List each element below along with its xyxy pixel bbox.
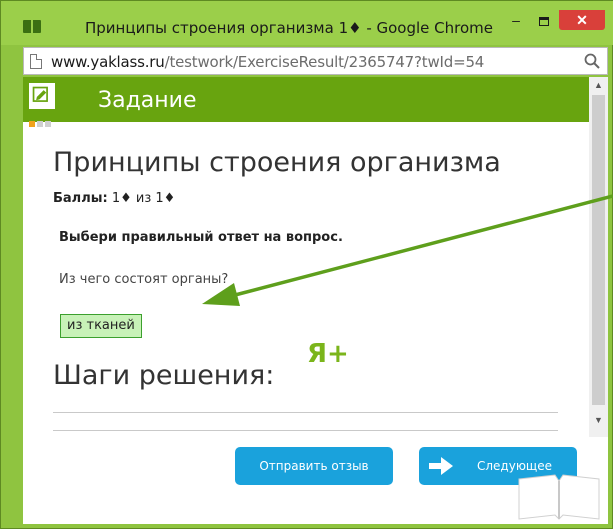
site-header: Задание bbox=[23, 77, 589, 127]
open-book-icon bbox=[518, 474, 600, 520]
answer-option[interactable]: из тканей bbox=[60, 314, 142, 338]
scroll-thumb[interactable] bbox=[592, 95, 605, 405]
score-label: Баллы: bbox=[53, 191, 108, 206]
maximize-icon bbox=[539, 16, 549, 26]
book-app-icon bbox=[23, 20, 41, 33]
title-bar: Принципы строения организма 1♦ - Google … bbox=[1, 1, 613, 45]
score-value: 1♦ из 1♦ bbox=[111, 191, 176, 206]
instruction-text: Выбери правильный ответ на вопрос. bbox=[59, 230, 343, 245]
address-bar[interactable]: www.yaklass.ru/testwork/ExerciseResult/2… bbox=[23, 47, 608, 75]
yaklass-logo-icon[interactable] bbox=[29, 83, 55, 109]
logo-dots bbox=[29, 114, 53, 127]
minimize-button[interactable]: – bbox=[503, 10, 529, 30]
close-button[interactable]: ✕ bbox=[559, 10, 605, 30]
page-content: Задание ▲ ▼ Принципы строения организма … bbox=[23, 77, 608, 524]
steps-title: Шаги решения: bbox=[53, 360, 275, 391]
ya-plus-badge: Я+ bbox=[307, 339, 349, 369]
score: Баллы: 1♦ из 1♦ bbox=[53, 191, 175, 206]
url-host: www.yaklass.ru bbox=[51, 53, 165, 71]
url-path: /testwork/ExerciseResult/2365747?twId=54 bbox=[164, 53, 485, 71]
browser-window: Принципы строения организма 1♦ - Google … bbox=[0, 0, 613, 529]
url-text[interactable]: www.yaklass.ru/testwork/ExerciseResult/2… bbox=[51, 53, 484, 71]
send-feedback-button[interactable]: Отправить отзыв bbox=[235, 447, 393, 485]
maximize-button[interactable] bbox=[531, 10, 557, 30]
header-title: Задание bbox=[98, 88, 197, 113]
scroll-up-icon[interactable]: ▲ bbox=[594, 80, 603, 90]
divider bbox=[53, 430, 558, 431]
window-title: Принципы строения организма 1♦ - Google … bbox=[85, 19, 494, 37]
task-title: Принципы строения организма bbox=[53, 147, 501, 178]
arrow-right-icon bbox=[429, 457, 453, 475]
vertical-scrollbar[interactable]: ▲ ▼ bbox=[589, 77, 608, 437]
divider bbox=[53, 412, 558, 413]
page-icon bbox=[30, 54, 42, 69]
search-icon[interactable] bbox=[583, 52, 601, 70]
scroll-down-icon[interactable]: ▼ bbox=[594, 415, 603, 425]
question-text: Из чего состоят органы? bbox=[59, 272, 229, 287]
